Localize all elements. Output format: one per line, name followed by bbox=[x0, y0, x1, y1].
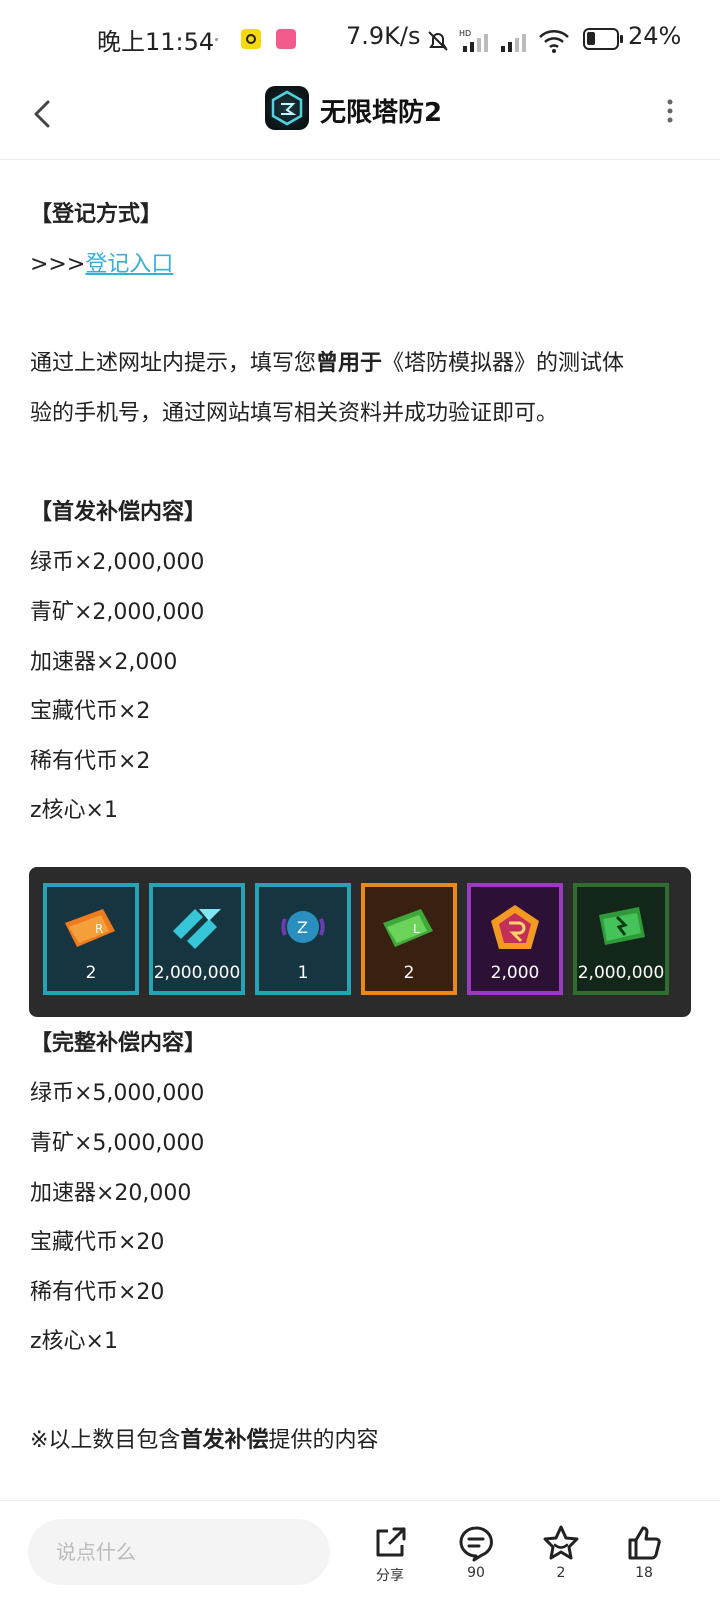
comment-input[interactable] bbox=[28, 1519, 330, 1585]
svg-text:HD: HD bbox=[459, 29, 471, 38]
more-vertical-icon bbox=[667, 99, 673, 123]
notification-app-icon bbox=[276, 29, 296, 49]
description-line: 通过上述网址内提示，填写您曾用于《塔防模拟器》的测试体 bbox=[30, 345, 624, 377]
star-count: 2 bbox=[556, 1565, 566, 1581]
registration-link-row: >>>登记入口 bbox=[30, 246, 173, 278]
rare-ticket-icon: R bbox=[65, 909, 115, 947]
app-logo bbox=[265, 86, 309, 130]
reward-value: 2,000,000 bbox=[577, 963, 665, 983]
reward-card: 2,000,000 bbox=[573, 883, 669, 995]
status-bar: 晚上11:54 7.9K/s HD 24% bbox=[0, 0, 720, 80]
back-button[interactable] bbox=[24, 94, 64, 134]
list-item: 青矿×5,000,000 bbox=[30, 1131, 205, 1156]
like-button[interactable]: 18 bbox=[614, 1523, 674, 1581]
wifi-icon bbox=[539, 30, 569, 53]
battery-level: 24% bbox=[628, 22, 682, 50]
page-title: 无限塔防2 bbox=[320, 98, 443, 128]
registration-link[interactable]: 登记入口 bbox=[85, 252, 173, 277]
reward-value: 2,000,000 bbox=[153, 963, 241, 983]
link-prefix: >>> bbox=[30, 252, 86, 277]
svg-text:Z: Z bbox=[297, 918, 308, 937]
list-item: 宝藏代币×20 bbox=[30, 1230, 165, 1255]
reward-value: 2 bbox=[85, 963, 97, 983]
comment-count: 90 bbox=[467, 1565, 485, 1581]
description-line: 验的手机号，通过网站填写相关资料并成功验证即可。 bbox=[30, 401, 559, 426]
comment-icon bbox=[459, 1526, 493, 1562]
reward-banner-image[interactable]: R 2 2,000,000 Z 1 L 2 2,000 2,000,000 bbox=[29, 867, 691, 1017]
desc-text: 通过上述网址内提示，填写您 bbox=[30, 351, 317, 376]
status-time: 晚上11:54 bbox=[97, 28, 215, 56]
full-compensation-heading: 【完整补偿内容】 bbox=[30, 1031, 207, 1056]
status-icons: HD bbox=[425, 24, 571, 54]
list-item: z核心×1 bbox=[30, 798, 118, 823]
reward-card: L 2 bbox=[361, 883, 457, 995]
list-item: 青矿×2,000,000 bbox=[30, 600, 205, 625]
list-item: 绿币×5,000,000 bbox=[30, 1081, 205, 1106]
reward-value: 2 bbox=[403, 963, 415, 983]
more-button[interactable] bbox=[660, 96, 680, 126]
signal-icon bbox=[501, 34, 526, 52]
desc-emphasis: 曾用于 bbox=[316, 351, 383, 376]
svg-text:R: R bbox=[95, 922, 103, 936]
mute-bell-icon bbox=[428, 31, 448, 51]
chevron-left-icon bbox=[34, 100, 50, 128]
reward-card: 2,000 bbox=[467, 883, 563, 995]
reward-value: 2,000 bbox=[490, 963, 540, 983]
first-compensation-heading: 【首发补偿内容】 bbox=[30, 500, 207, 525]
treasure-ticket-icon: L bbox=[383, 909, 433, 947]
reward-card: R 2 bbox=[43, 883, 139, 995]
thumbs-up-icon bbox=[628, 1526, 661, 1560]
list-item: 宝藏代币×2 bbox=[30, 699, 151, 724]
like-count: 18 bbox=[635, 1565, 653, 1581]
top-nav: 无限塔防2 bbox=[0, 80, 720, 160]
bottom-action-bar: 分享 90 2 18 bbox=[0, 1500, 720, 1600]
z-core-icon: Z bbox=[281, 911, 325, 943]
share-label: 分享 bbox=[376, 1568, 404, 1584]
list-item: 绿币×2,000,000 bbox=[30, 550, 205, 575]
notification-app-icon bbox=[241, 29, 261, 49]
registration-heading: 【登记方式】 bbox=[30, 202, 163, 227]
comment-button[interactable]: 90 bbox=[446, 1523, 506, 1581]
svg-text:L: L bbox=[413, 922, 420, 936]
list-item: 加速器×2,000 bbox=[30, 650, 178, 675]
list-item: 加速器×20,000 bbox=[30, 1181, 192, 1206]
reward-card: 2,000,000 bbox=[149, 883, 245, 995]
green-coin-icon bbox=[599, 907, 645, 945]
favorite-button[interactable]: 2 bbox=[531, 1523, 591, 1581]
star-icon bbox=[543, 1525, 579, 1560]
share-icon bbox=[376, 1527, 406, 1557]
battery-icon bbox=[583, 28, 623, 50]
list-item: z核心×1 bbox=[30, 1329, 118, 1354]
reward-card: Z 1 bbox=[255, 883, 351, 995]
cyan-ore-icon bbox=[173, 909, 221, 949]
accelerator-icon bbox=[491, 905, 539, 949]
note-text: 提供的内容 bbox=[268, 1428, 379, 1453]
signal-hd-icon: HD bbox=[459, 29, 488, 52]
desc-text: 《塔防模拟器》的测试体 bbox=[382, 351, 625, 376]
share-button[interactable]: 分享 bbox=[360, 1523, 420, 1585]
note-text: ※以上数目包含 bbox=[30, 1428, 181, 1453]
network-speed: 7.9K/s bbox=[346, 22, 421, 50]
note-emphasis: 首发补偿 bbox=[180, 1428, 269, 1453]
list-item: 稀有代币×20 bbox=[30, 1280, 165, 1305]
reward-value: 1 bbox=[297, 963, 309, 983]
status-dot bbox=[215, 38, 218, 41]
list-item: 稀有代币×2 bbox=[30, 749, 151, 774]
note-line: ※以上数目包含首发补偿提供的内容 bbox=[30, 1422, 378, 1454]
